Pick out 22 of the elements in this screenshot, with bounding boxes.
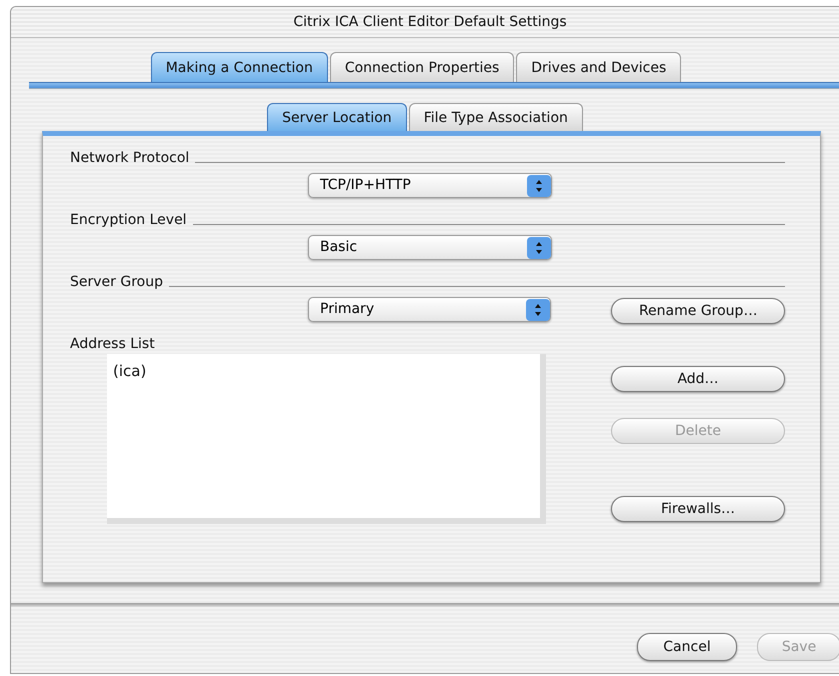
tab[interactable]: Server Location — [267, 103, 407, 131]
section-label: Server Group — [70, 274, 163, 290]
tab[interactable]: Drives and Devices — [516, 52, 682, 82]
section-label: Address List — [70, 336, 155, 352]
up-down-arrows-icon — [527, 174, 551, 196]
tab[interactable]: Connection Properties — [330, 52, 514, 82]
list-item[interactable]: (ica) — [113, 362, 534, 380]
rename-group-button[interactable]: Rename Group… — [611, 298, 785, 324]
popup-menu[interactable]: Basic — [308, 234, 552, 260]
window-title: Citrix ICA Client Editor Default Settings — [293, 14, 567, 30]
tab[interactable]: Making a Connection — [150, 52, 328, 82]
dialog-button[interactable]: Cancel — [637, 633, 737, 661]
tab[interactable]: File Type Association — [408, 103, 583, 131]
section-label: Network Protocol — [70, 150, 190, 166]
up-down-arrows-icon — [527, 236, 551, 258]
popup-menu[interactable]: TCP/IP+HTTP — [308, 172, 552, 198]
side-button[interactable]: Firewalls… — [611, 496, 785, 522]
side-button[interactable]: Add… — [611, 366, 785, 392]
section-label: Encryption Level — [70, 212, 187, 228]
popup-menu[interactable]: Primary — [308, 296, 552, 322]
address-list[interactable]: (ica) — [107, 354, 546, 524]
up-down-arrows-icon — [526, 298, 550, 320]
